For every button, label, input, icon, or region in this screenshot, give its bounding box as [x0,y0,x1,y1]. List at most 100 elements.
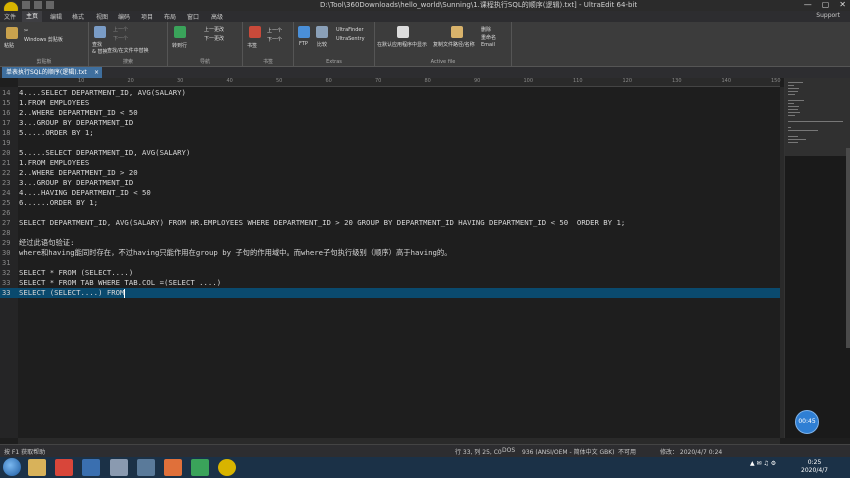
goto-line-icon[interactable] [174,26,186,38]
menu-window[interactable]: 窗口 [187,12,199,21]
line-text[interactable]: 5.....SELECT DEPARTMENT_ID, AVG(SALARY) [19,148,190,158]
document-minimap[interactable] [784,78,850,438]
clipboard-select[interactable]: Windows 剪贴板 [24,36,63,43]
editor-line[interactable]: 26 [0,208,780,218]
editor-line[interactable]: 28 [0,228,780,238]
editor-line[interactable]: 30 where和having能同时存在，不过having只能作用在group b… [0,248,780,258]
menu-edit[interactable]: 编辑 [50,12,62,21]
editor-line[interactable]: 25 6......ORDER BY 1; [0,198,780,208]
next-change-button[interactable]: 下一更改 [204,35,224,42]
chrome-icon[interactable] [55,459,73,476]
open-file-icon[interactable] [34,1,42,9]
line-text[interactable]: 5.....ORDER BY 1; [19,128,94,138]
copy-path-button[interactable]: 复制文件路径/名称 [433,41,475,48]
minimap-viewport[interactable] [785,78,850,156]
bookmark-prev-button[interactable]: 上一个 [267,27,282,34]
menu-layout[interactable]: 布局 [164,12,176,21]
line-text[interactable]: SELECT * FROM (SELECT....) [19,268,133,278]
bookmark-icon[interactable] [249,26,261,38]
line-text[interactable]: 经过此语句验证: [19,238,74,248]
editor-line[interactable]: 15 1.FROM EMPLOYEES [0,98,780,108]
editor-line[interactable]: 19 [0,138,780,148]
line-text[interactable]: 3...GROUP BY DEPARTMENT_ID [19,178,133,188]
system-tray-icons[interactable]: ▲ ✉ ♫ ⚙ [750,460,776,467]
line-text[interactable]: 1.FROM EMPLOYEES [19,158,89,168]
ftp-icon[interactable] [298,26,310,38]
status-codepage[interactable]: 936 (ANSI/OEM - 简体中文 GBK) [522,447,615,456]
menu-view[interactable]: 视图 [96,12,108,21]
editor-line[interactable]: 33 SELECT * FROM TAB WHERE TAB.COL =(SELE… [0,278,780,288]
app-icon-1[interactable] [82,459,100,476]
line-text[interactable]: 3...GROUP BY DEPARTMENT_ID [19,118,133,128]
document-tab[interactable]: 单表执行SQL的顺序(逻辑).txt × [2,67,102,78]
ultrasentry-button[interactable]: UltraSentry [336,36,365,42]
minimize-button[interactable]: — [804,0,812,9]
ultrafinder-button[interactable]: UltraFinder [336,27,364,33]
firefox-icon[interactable] [164,459,182,476]
prev-change-button[interactable]: 上一更改 [204,26,224,33]
find-down-button[interactable]: 下一个 [113,35,128,42]
editor-line[interactable]: 14 4....SELECT DEPARTMENT_ID, AVG(SALARY) [0,88,780,98]
new-file-icon[interactable] [22,1,30,9]
line-text[interactable]: 2..WHERE DEPARTMENT_ID < 50 [19,108,138,118]
menu-advanced[interactable]: 高级 [211,12,223,21]
replace-button[interactable]: & 替换 [92,48,108,55]
editor-line[interactable]: 29 经过此语句验证: [0,238,780,248]
line-text[interactable]: 6......ORDER BY 1; [19,198,98,208]
menu-project[interactable]: 项目 [141,12,153,21]
compare-icon[interactable] [316,26,328,38]
bookmark-next-button[interactable]: 下一个 [267,36,282,43]
line-text[interactable]: SELECT (SELECT....) FROM [19,288,126,298]
close-button[interactable]: ✕ [839,0,846,9]
editor-line[interactable]: 22 2..WHERE DEPARTMENT_ID > 20 [0,168,780,178]
line-text[interactable]: SELECT * FROM TAB WHERE TAB.COL =(SELECT… [19,278,221,288]
rename-button[interactable]: 重命名 [481,34,496,41]
editor-line[interactable]: 17 3...GROUP BY DEPARTMENT_ID [0,118,780,128]
line-text[interactable]: SELECT DEPARTMENT_ID, AVG(SALARY) FROM H… [19,218,625,228]
media-icon[interactable] [191,459,209,476]
find-up-button[interactable]: 上一个 [113,26,128,33]
menu-file[interactable]: 文件 [4,12,16,21]
paste-icon[interactable] [6,27,18,39]
open-default-button[interactable]: 在默认应用程序中显示 [377,41,427,48]
copy-path-icon[interactable] [451,26,463,38]
menu-format[interactable]: 格式 [72,12,84,21]
line-text[interactable]: where和having能同时存在，不过having只能作用在group by … [19,248,452,258]
find-icon[interactable] [94,26,106,38]
editor-line[interactable]: 24 4....HAVING DEPARTMENT_ID < 50 [0,188,780,198]
open-default-icon[interactable] [397,26,409,38]
status-line-ending[interactable]: DOS [502,447,515,454]
compare-button[interactable]: 比较 [317,41,327,48]
editor-line[interactable]: 18 5.....ORDER BY 1; [0,128,780,138]
find-in-files-button[interactable]: 查找/在文件中替换 [107,47,149,54]
editor-line[interactable]: 33 SELECT (SELECT....) FROM [0,288,780,298]
editor-line[interactable]: 27 SELECT DEPARTMENT_ID, AVG(SALARY) FROM… [0,218,780,228]
save-icon[interactable] [46,1,54,9]
editor-line[interactable]: 23 3...GROUP BY DEPARTMENT_ID [0,178,780,188]
editor-line[interactable]: 32 SELECT * FROM (SELECT....) [0,268,780,278]
text-editor[interactable]: 14 4....SELECT DEPARTMENT_ID, AVG(SALARY)… [0,87,780,438]
bookmark-button[interactable]: 书签 [247,42,257,49]
app-icon-2[interactable] [110,459,128,476]
delete-button[interactable]: 删除 [481,26,491,33]
editor-line[interactable]: 20 5.....SELECT DEPARTMENT_ID, AVG(SALARY… [0,148,780,158]
maximize-button[interactable]: ▢ [822,0,830,9]
paste-button[interactable]: 粘贴 [4,42,14,49]
menu-home[interactable]: 主页 [22,11,43,22]
minimap-scrollbar[interactable] [846,148,850,348]
editor-line[interactable]: 16 2..WHERE DEPARTMENT_ID < 50 [0,108,780,118]
taskbar-clock[interactable]: 0:25 2020/4/7 [801,459,828,475]
close-tab-icon[interactable]: × [94,67,99,78]
ultraedit-taskbar-icon[interactable] [218,459,236,476]
editor-line[interactable]: 21 1.FROM EMPLOYEES [0,158,780,168]
line-text[interactable]: 4....HAVING DEPARTMENT_ID < 50 [19,188,151,198]
cut-button[interactable]: ✂ [24,28,28,34]
support-link[interactable]: Support [816,12,840,19]
find-button[interactable]: 查找 [92,41,102,48]
menu-encoding[interactable]: 编码 [118,12,130,21]
goto-line-button[interactable]: 转到行 [172,42,187,49]
editor-line[interactable]: 31 [0,258,780,268]
line-text[interactable]: 1.FROM EMPLOYEES [19,98,89,108]
ftp-button[interactable]: FTP [299,41,308,47]
start-button-icon[interactable] [3,458,21,476]
